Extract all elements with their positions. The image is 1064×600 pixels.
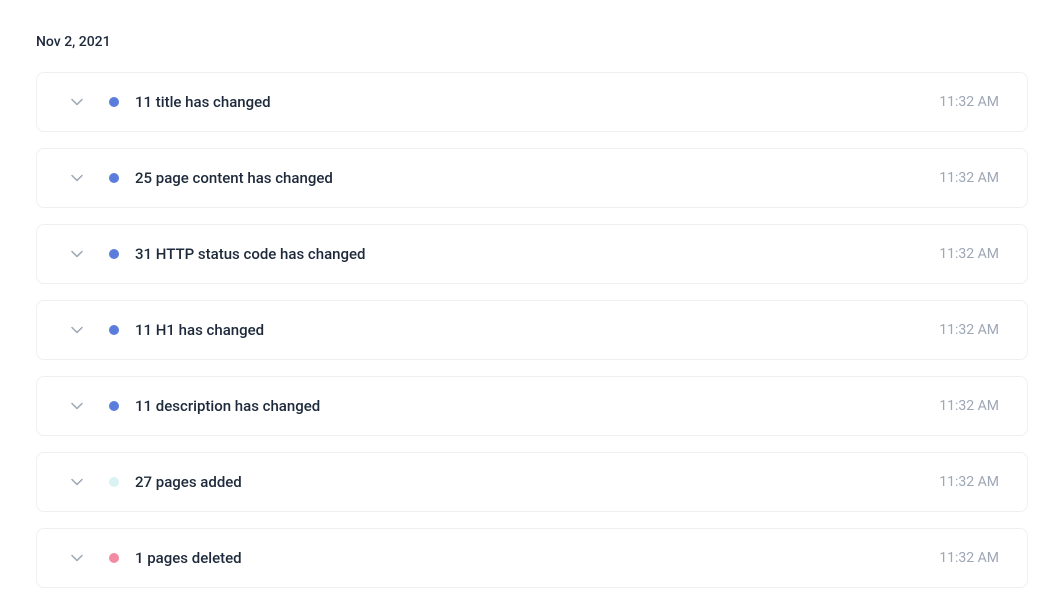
event-row-http-status-changed[interactable]: 31 HTTP status code has changed 11:32 AM xyxy=(36,224,1028,284)
event-label: 11 description has changed xyxy=(135,397,939,415)
event-time: 11:32 AM xyxy=(939,246,999,262)
event-time: 11:32 AM xyxy=(939,94,999,110)
event-time: 11:32 AM xyxy=(939,398,999,414)
event-label: 31 HTTP status code has changed xyxy=(135,245,939,263)
chevron-down-icon xyxy=(71,248,83,260)
event-time: 11:32 AM xyxy=(939,550,999,566)
event-label: 11 title has changed xyxy=(135,93,939,111)
event-row-pages-deleted[interactable]: 1 pages deleted 11:32 AM xyxy=(36,528,1028,588)
date-header: Nov 2, 2021 xyxy=(36,34,1028,50)
event-row-page-content-changed[interactable]: 25 page content has changed 11:32 AM xyxy=(36,148,1028,208)
event-label: 1 pages deleted xyxy=(135,549,939,567)
chevron-down-icon xyxy=(71,96,83,108)
event-time: 11:32 AM xyxy=(939,322,999,338)
status-dot-icon xyxy=(109,401,119,411)
event-label: 27 pages added xyxy=(135,473,939,491)
event-label: 11 H1 has changed xyxy=(135,321,939,339)
events-list: 11 title has changed 11:32 AM 25 page co… xyxy=(36,72,1028,588)
chevron-down-icon xyxy=(71,324,83,336)
status-dot-icon xyxy=(109,249,119,259)
chevron-down-icon xyxy=(71,400,83,412)
status-dot-icon xyxy=(109,553,119,563)
event-row-pages-added[interactable]: 27 pages added 11:32 AM xyxy=(36,452,1028,512)
event-time: 11:32 AM xyxy=(939,170,999,186)
event-row-h1-changed[interactable]: 11 H1 has changed 11:32 AM xyxy=(36,300,1028,360)
status-dot-icon xyxy=(109,97,119,107)
status-dot-icon xyxy=(109,477,119,487)
chevron-down-icon xyxy=(71,172,83,184)
status-dot-icon xyxy=(109,325,119,335)
chevron-down-icon xyxy=(71,476,83,488)
event-row-description-changed[interactable]: 11 description has changed 11:32 AM xyxy=(36,376,1028,436)
event-row-title-changed[interactable]: 11 title has changed 11:32 AM xyxy=(36,72,1028,132)
status-dot-icon xyxy=(109,173,119,183)
event-time: 11:32 AM xyxy=(939,474,999,490)
event-label: 25 page content has changed xyxy=(135,169,939,187)
chevron-down-icon xyxy=(71,552,83,564)
